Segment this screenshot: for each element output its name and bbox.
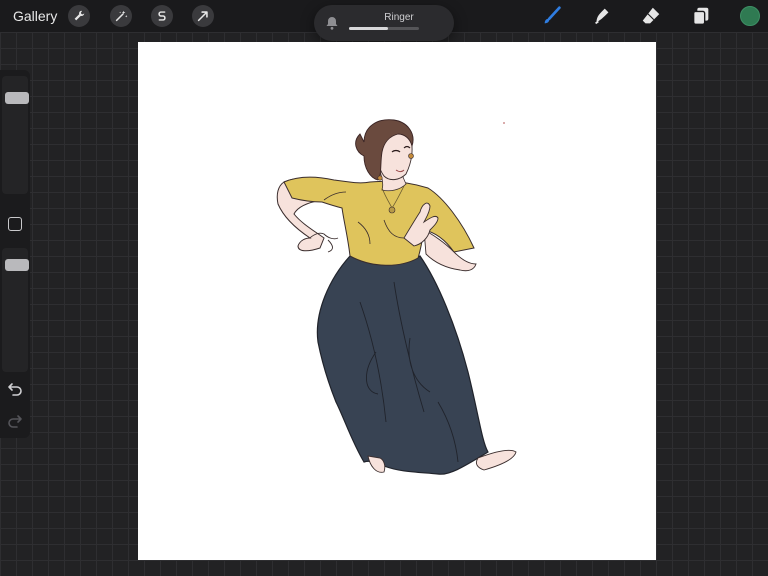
dancer-illustration	[276, 119, 517, 475]
transform-arrow-icon[interactable]	[192, 5, 214, 27]
bell-icon	[326, 17, 338, 30]
opacity-slider[interactable]	[2, 248, 29, 372]
brush-size-slider[interactable]	[2, 76, 29, 194]
wrench-icon[interactable]	[68, 5, 90, 27]
selection-s-icon[interactable]	[151, 5, 173, 27]
ringer-label: Ringer	[384, 12, 414, 23]
brush-size-thumb[interactable]	[5, 92, 29, 104]
left-sidebar	[0, 70, 30, 438]
opacity-thumb[interactable]	[5, 259, 29, 271]
redo-icon[interactable]	[7, 414, 23, 428]
undo-icon[interactable]	[7, 382, 23, 396]
smudge-icon[interactable]	[590, 4, 614, 28]
color-picker-button[interactable]	[740, 6, 760, 26]
eraser-icon[interactable]	[639, 4, 663, 28]
layers-icon[interactable]	[689, 4, 713, 28]
modify-square-icon[interactable]	[8, 217, 22, 231]
gallery-button[interactable]: Gallery	[13, 8, 57, 24]
ringer-volume-fill	[349, 27, 388, 30]
drawing-canvas[interactable]	[138, 42, 656, 560]
ringer-volume-hud: Ringer	[314, 5, 454, 41]
magic-wand-icon[interactable]	[110, 5, 132, 27]
brush-icon[interactable]	[540, 4, 564, 28]
ringer-volume-bar	[349, 27, 419, 30]
